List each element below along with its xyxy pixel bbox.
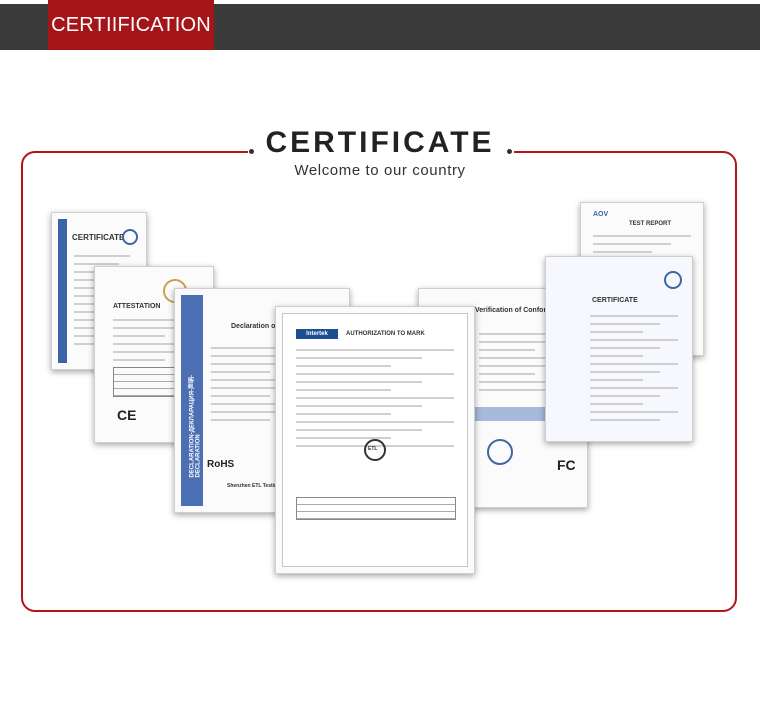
ce-mark: CE [117,407,137,423]
doc-heading: AUTHORIZATION TO MARK [346,331,425,337]
doc-logo: AOV [593,211,609,218]
seal-icon [487,439,513,465]
rohs-mark: RoHS [207,459,235,470]
seal-icon [122,229,138,245]
doc-blue-stripe [58,219,67,363]
authorization-doc[interactable]: Intertek AUTHORIZATION TO MARK ETL [275,306,475,574]
doc-heading: CERTIFICATE [72,233,125,242]
certificate-right-doc[interactable]: CERTIFICATE [545,256,693,442]
doc-heading: ATTESTATION [113,303,161,310]
section-subtitle: Welcome to our country [294,162,466,179]
section-heading: CERTIFICATE Welcome to our country [0,126,760,179]
side-text: DECLARATION-ДЕКЛАРАЦИЯ-声明-DECLARATION [189,374,202,478]
seal-icon [664,271,682,289]
section-title: CERTIFICATE [265,126,495,159]
fcc-mark: FC [557,457,576,473]
certification-tab[interactable]: CERTIIFICATION [48,0,214,50]
top-bar: CERTIIFICATION [0,0,760,50]
doc-table [296,497,456,520]
intertek-logo: Intertek [296,329,338,339]
doc-heading: CERTIFICATE [592,297,638,304]
doc-text-lines [590,315,678,427]
etl-mark-text: ETL [368,446,378,452]
doc-heading: TEST REPORT [629,221,672,227]
doc-text-lines [296,349,454,453]
